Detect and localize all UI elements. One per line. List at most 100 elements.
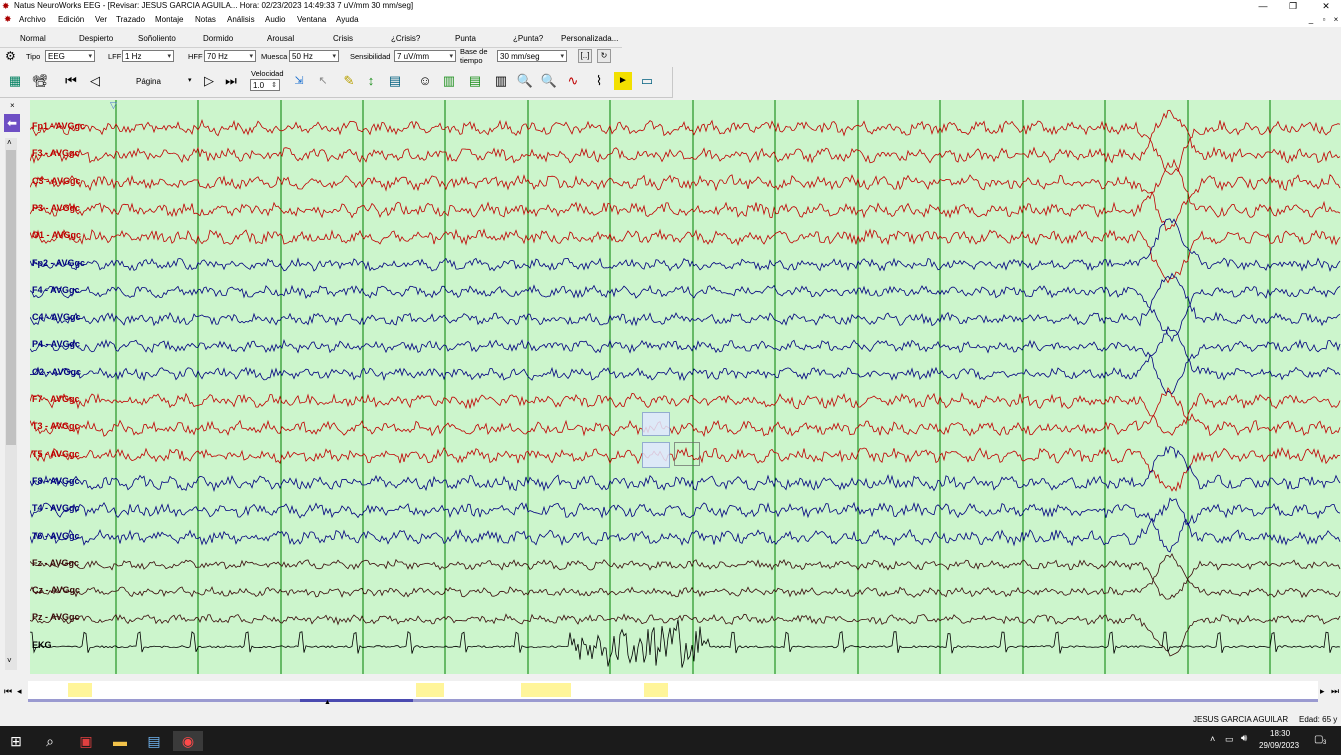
clock-date[interactable]: 29/09/2023 xyxy=(1259,741,1299,750)
previous-page-icon[interactable]: ◁ xyxy=(86,72,104,90)
scroll-thumb[interactable] xyxy=(6,150,16,445)
neuroworks-app-icon[interactable]: ▣ xyxy=(76,731,96,751)
menu-notas[interactable]: Notas xyxy=(195,15,216,24)
gear-icon[interactable]: ⚙ xyxy=(5,50,16,62)
timeline-start-icon[interactable]: ⏮ xyxy=(4,686,12,697)
play-icon[interactable]: ⇲ xyxy=(290,72,308,90)
tipo-select[interactable]: EEG ▾ xyxy=(45,50,95,62)
eeg-trace-area[interactable]: Fp1 - AVGgc F3 - AVGgc C3 - AVGgc P3 - AVGg… xyxy=(30,100,1341,674)
channel-label[interactable]: Pz - AVGgc xyxy=(32,612,80,622)
sensibilidad-select[interactable]: 7 uV/mm ▾ xyxy=(394,50,456,62)
channel-label[interactable]: P3 - AVGgc xyxy=(32,203,80,213)
trend-icon[interactable]: ▥ xyxy=(440,72,458,90)
tray-chevron-icon[interactable]: ˄ xyxy=(1210,734,1215,744)
timeline-left-icon[interactable]: ◂ xyxy=(17,686,22,697)
base-tiempo-select[interactable]: 30 mm/seg ▾ xyxy=(497,50,567,62)
channel-label[interactable]: O1 - AVGgc xyxy=(32,230,81,240)
timeline-event-marker[interactable] xyxy=(68,683,92,697)
close-button[interactable]: ✕ xyxy=(1316,0,1336,13)
file-explorer-icon[interactable]: ▬ xyxy=(110,731,130,751)
floating-grid-icon[interactable] xyxy=(674,442,700,466)
next-page-icon[interactable]: ▷ xyxy=(200,72,218,90)
channel-label[interactable]: Fz - AVGgc xyxy=(32,558,79,568)
annotate-icon[interactable]: ✎ xyxy=(340,72,358,90)
notes-icon[interactable]: ▥ xyxy=(492,72,510,90)
timeline-end-icon[interactable]: ⏭ xyxy=(1331,686,1339,697)
menu-audio[interactable]: Audio xyxy=(265,15,285,24)
timeline-bar[interactable]: ⏮ ◂ ▲ ▸ ⏭ xyxy=(0,679,1341,706)
menu-ayuda[interactable]: Ayuda xyxy=(336,15,359,24)
minimize-button[interactable]: — xyxy=(1253,0,1273,13)
back-arrow-icon[interactable]: ⬅ xyxy=(4,114,20,132)
vertical-scrollbar[interactable]: ˄ ˅ xyxy=(5,138,17,670)
speed-spinner[interactable]: 1.0 ⇕ xyxy=(250,79,280,91)
channel-label[interactable]: F8 - AVGgc xyxy=(32,476,80,486)
mdi-close-button[interactable]: × xyxy=(1330,15,1341,25)
close-panel-icon[interactable]: × xyxy=(10,101,15,110)
channel-label[interactable]: F4 - AVGgc xyxy=(32,285,80,295)
last-page-icon[interactable]: ⏭ xyxy=(222,72,240,90)
stage-dormido-button[interactable]: Dormido xyxy=(203,34,233,43)
channel-label[interactable]: Fp2 - AVGgc xyxy=(32,258,85,268)
zoom-out-icon[interactable]: 🔍 xyxy=(540,72,558,90)
stage-normal-button[interactable]: Normal xyxy=(20,34,46,43)
menu-ventana[interactable]: Ventana xyxy=(297,15,326,24)
menu-edicion[interactable]: Edición xyxy=(58,15,84,24)
menu-archivo[interactable]: Archivo xyxy=(19,15,46,24)
stage-crisis-question-button[interactable]: ¿Crisis? xyxy=(391,34,420,43)
menu-montaje[interactable]: Montaje xyxy=(155,15,183,24)
muesca-select[interactable]: 50 Hz ▾ xyxy=(289,50,339,62)
monitor-icon[interactable]: ▭ xyxy=(638,72,656,90)
menu-analisis[interactable]: Análisis xyxy=(227,15,255,24)
channel-list-icon[interactable]: ▤ xyxy=(466,72,484,90)
spike-icon[interactable]: ⌇ xyxy=(590,72,608,90)
floating-thumbnail-icon[interactable] xyxy=(642,412,670,436)
channel-label[interactable]: EKG xyxy=(32,640,52,650)
clock-time[interactable]: 18:30 xyxy=(1270,729,1290,738)
user-search-icon[interactable]: ☺ xyxy=(416,72,434,90)
zoom-in-icon[interactable]: 🔍 xyxy=(516,72,534,90)
channel-label[interactable]: T6 - AVGgc xyxy=(32,531,80,541)
channel-label[interactable]: C4 - AVGgc xyxy=(32,312,81,322)
amplitude-icon[interactable]: ↕ xyxy=(362,72,380,90)
windows-start-icon[interactable]: ⊞ xyxy=(6,731,26,751)
channel-label[interactable]: T4 - AVGgc xyxy=(32,503,80,513)
channel-label[interactable]: P4 - AVGgc xyxy=(32,339,80,349)
video-icon[interactable]: 📽 xyxy=(31,72,49,90)
timeline-event-marker[interactable] xyxy=(521,683,571,697)
stage-punta-question-button[interactable]: ¿Punta? xyxy=(513,34,543,43)
time-cursor-marker[interactable]: ▽ xyxy=(110,100,117,111)
first-page-icon[interactable]: ⏮ xyxy=(62,72,80,90)
floating-thumbnail-icon[interactable] xyxy=(642,442,670,468)
pointer-icon[interactable]: ↖ xyxy=(314,72,332,90)
stage-arousal-button[interactable]: Arousal xyxy=(267,34,294,43)
channel-label[interactable]: T5 - AVGgc xyxy=(32,449,80,459)
channel-label[interactable]: F7 - AVGgc xyxy=(32,394,80,404)
volume-icon[interactable]: 🔊︎ xyxy=(1241,733,1247,744)
page-dropdown-icon[interactable]: ▾ xyxy=(188,76,192,84)
timeline-event-marker[interactable] xyxy=(416,683,444,697)
waveform-icon[interactable]: ∿ xyxy=(564,72,582,90)
timeline-event-marker[interactable] xyxy=(644,683,668,697)
channel-label[interactable]: O2 - AVGgc xyxy=(32,367,81,377)
channel-label[interactable]: C3 - AVGgc xyxy=(32,176,81,186)
network-icon[interactable]: ▭ xyxy=(1225,734,1234,745)
refresh-icon[interactable]: ↻ xyxy=(597,49,611,63)
timeline-right-icon[interactable]: ▸ xyxy=(1320,686,1325,697)
active-app-icon[interactable]: ◉ xyxy=(173,731,203,751)
channel-label[interactable]: F3 - AVGgc xyxy=(32,148,80,158)
montage-icon[interactable]: ▦ xyxy=(6,72,24,90)
channel-label[interactable]: T3 - AVGgc xyxy=(32,421,80,431)
app-window-icon[interactable]: ▤ xyxy=(144,731,164,751)
stage-crisis-button[interactable]: Crisis xyxy=(333,34,353,43)
mdi-restore-button[interactable]: ▫ xyxy=(1318,15,1330,25)
menu-ver[interactable]: Ver xyxy=(95,15,107,24)
mdi-minimize-button[interactable]: _ xyxy=(1305,15,1317,25)
event-icon[interactable]: ► xyxy=(614,72,632,90)
grid-icon[interactable]: ▤ xyxy=(386,72,404,90)
stage-despierto-button[interactable]: Despierto xyxy=(79,34,113,43)
channel-label[interactable]: Cz - AVGgc xyxy=(32,585,80,595)
lff-select[interactable]: 1 Hz ▾ xyxy=(122,50,174,62)
search-icon[interactable]: ⌕ xyxy=(40,731,60,751)
stage-punta-button[interactable]: Punta xyxy=(455,34,476,43)
